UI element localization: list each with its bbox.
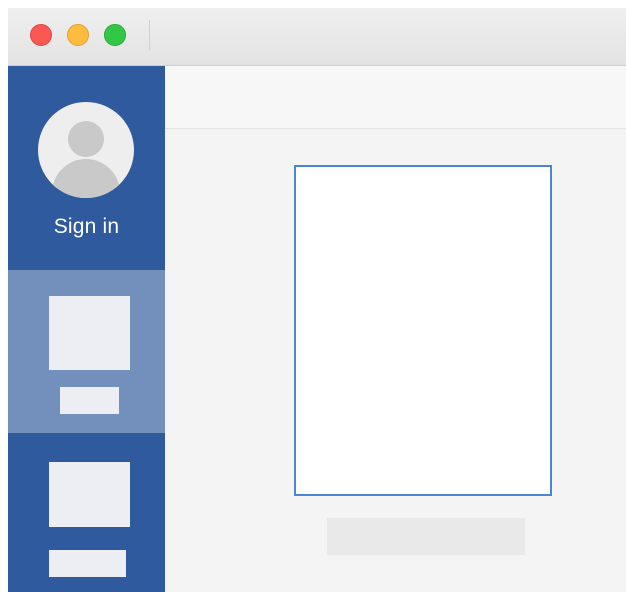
titlebar-separator: [149, 20, 150, 50]
sign-in-link[interactable]: Sign in: [8, 215, 165, 239]
avatar-body-shape: [52, 159, 120, 198]
sidebar-caption-placeholder: [49, 550, 126, 577]
left-sidebar: Sign in: [8, 66, 165, 592]
sidebar-item-selected[interactable]: [8, 270, 165, 433]
sidebar-caption-placeholder: [60, 387, 119, 414]
sidebar-thumbnail-placeholder: [49, 296, 130, 370]
document-caption-placeholder: [327, 518, 525, 555]
avatar-head-shape: [68, 121, 104, 157]
close-window-button[interactable]: [30, 24, 52, 46]
sidebar-item[interactable]: [8, 433, 165, 592]
account-panel: Sign in: [8, 66, 165, 270]
main-content-area: [165, 66, 626, 592]
user-avatar-icon[interactable]: [38, 102, 134, 198]
window-titlebar: [8, 8, 626, 66]
minimize-window-button[interactable]: [67, 24, 89, 46]
selected-document-page[interactable]: [294, 165, 552, 496]
sidebar-thumbnail-placeholder: [49, 462, 130, 527]
zoom-window-button[interactable]: [104, 24, 126, 46]
application-window: Sign in: [8, 8, 626, 592]
main-toolbar-area: [165, 66, 626, 129]
